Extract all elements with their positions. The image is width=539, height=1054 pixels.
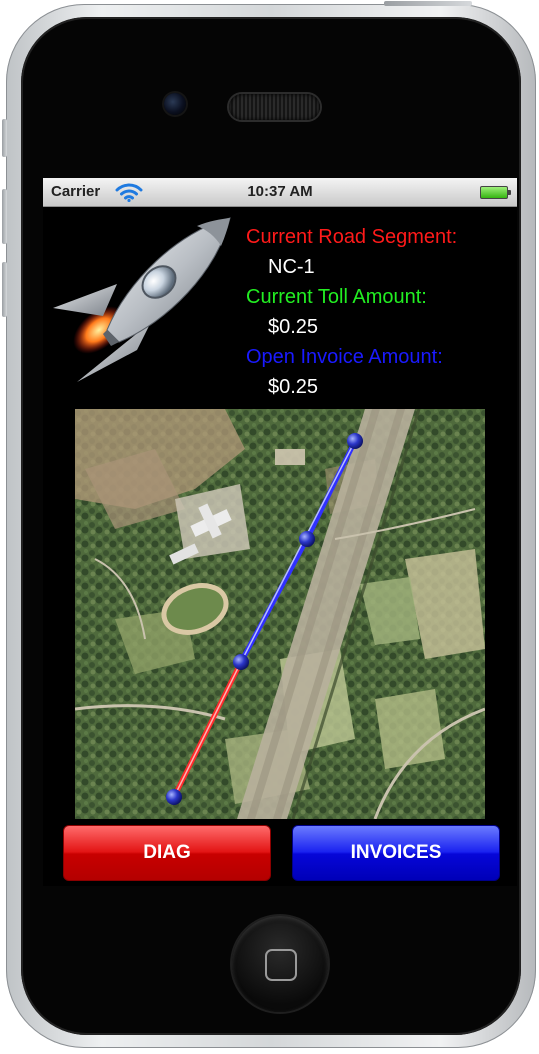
road-segment-value: NC-1 [268, 256, 315, 278]
road-segment-label: Current Road Segment: [246, 226, 458, 248]
volume-up-button [2, 189, 7, 244]
status-bar: Carrier 10:37 AM [43, 178, 517, 207]
invoice-amount-label: Open Invoice Amount: [246, 346, 443, 368]
diag-button[interactable]: DIAG [63, 825, 271, 881]
invoices-button[interactable]: INVOICES [292, 825, 500, 881]
app-screen: Carrier 10:37 AM Current Road Segment: N… [43, 178, 517, 886]
route-point[interactable] [299, 531, 315, 547]
front-camera-icon [164, 93, 186, 115]
earpiece-speaker [229, 94, 320, 120]
toll-amount-value: $0.25 [268, 316, 319, 338]
toll-info-panel: Current Road Segment: NC-1 Current Toll … [246, 222, 457, 402]
volume-down-button [2, 262, 7, 317]
route-point[interactable] [233, 654, 249, 670]
clock: 10:37 AM [247, 183, 313, 200]
toll-amount-label: Current Toll Amount: [246, 286, 427, 308]
route-point[interactable] [347, 433, 363, 449]
satellite-map[interactable] [75, 409, 485, 819]
invoice-amount-value: $0.25 [268, 376, 319, 398]
sleep-button [384, 1, 472, 6]
route-point[interactable] [166, 789, 182, 805]
home-button-icon[interactable] [232, 916, 328, 1012]
mute-switch [2, 119, 7, 157]
rocket-icon [53, 217, 231, 382]
battery-icon [480, 186, 511, 199]
home-square-icon [265, 949, 297, 981]
